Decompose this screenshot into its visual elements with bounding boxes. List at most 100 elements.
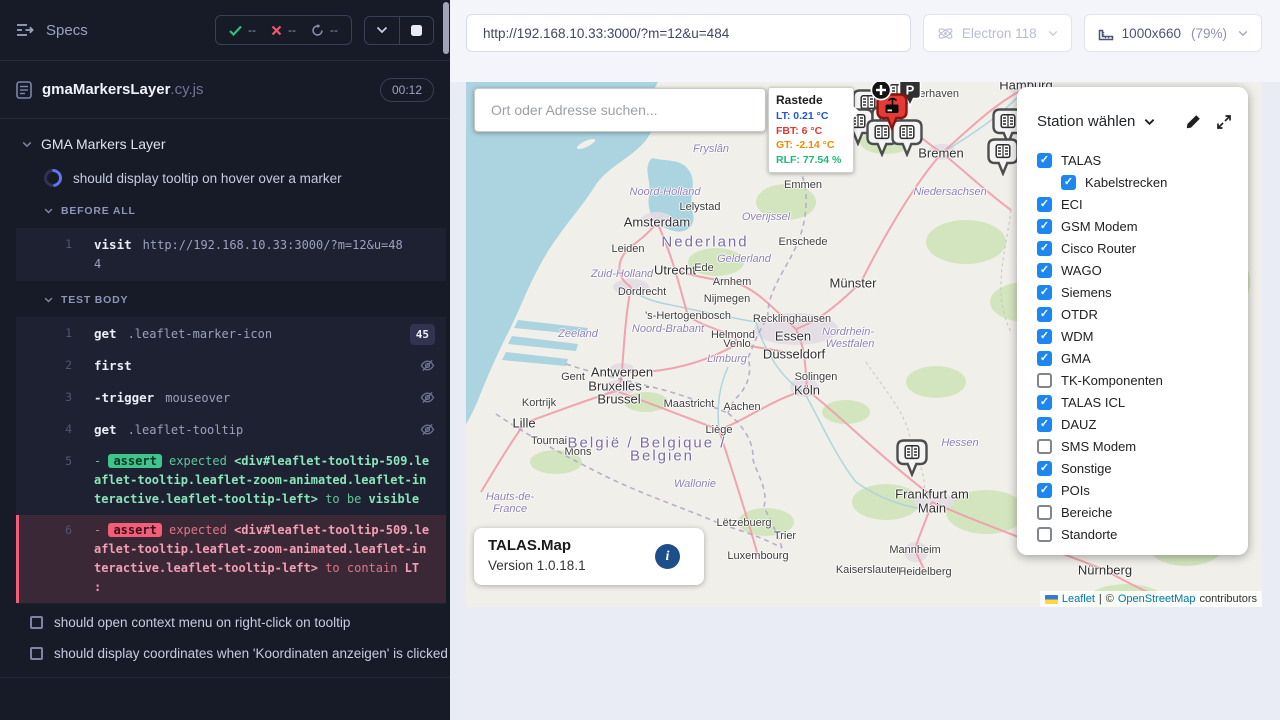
- command-row[interactable]: 1get.leaflet-marker-icon45: [16, 318, 446, 350]
- command-assert-failed[interactable]: 6- assert expected <div#leaflet-tooltip-…: [16, 515, 446, 603]
- leaflet-map[interactable]: BremerhavenHamburgBremenEmmenNiedersachs…: [466, 82, 1262, 607]
- layer-checkbox-wdm[interactable]: ✓WDM: [1037, 329, 1248, 344]
- collapse-all-button[interactable]: [365, 17, 399, 44]
- checkbox-checked[interactable]: ✓: [1061, 175, 1076, 190]
- checkbox-unchecked[interactable]: [1037, 439, 1052, 454]
- checkbox-checked[interactable]: ✓: [1037, 241, 1052, 256]
- checkbox-checked[interactable]: ✓: [1037, 351, 1052, 366]
- layer-checkbox-sms-modem[interactable]: SMS Modem: [1037, 439, 1248, 454]
- layer-checkbox-talas[interactable]: ✓ TALAS: [1037, 153, 1248, 168]
- map-label-region: Hauts-de-: [486, 491, 534, 503]
- chevron-down-icon[interactable]: [1144, 118, 1155, 126]
- electron-icon: [937, 25, 954, 42]
- viewport-selector[interactable]: 1000x660 (79%): [1084, 14, 1262, 52]
- layer-checkbox-cisco-router[interactable]: ✓Cisco Router: [1037, 241, 1248, 256]
- layer-label: TALAS: [1061, 153, 1101, 168]
- layer-checkbox-bereiche[interactable]: Bereiche: [1037, 505, 1248, 520]
- command-assert-passed[interactable]: 5- assert expected <div#leaflet-tooltip-…: [16, 446, 446, 515]
- map-label-region: Wallonie: [674, 478, 716, 490]
- test-body-section[interactable]: TEST BODY: [0, 284, 450, 314]
- url-text: http://192.168.10.33:3000/?m=12&u=484: [483, 26, 729, 41]
- info-icon[interactable]: i: [655, 544, 680, 569]
- specs-label[interactable]: Specs: [46, 22, 88, 39]
- map-search-control[interactable]: Ort oder Adresse suchen...: [474, 88, 766, 132]
- test-body-commands: 1get.leaflet-marker-icon452first3-trigge…: [16, 317, 446, 604]
- layer-checkbox-gma[interactable]: ✓ GMA: [1037, 351, 1248, 366]
- marker-tooltip[interactable]: Rastede LT: 0.21 °CFBT: 6 °CGT: -2.14 °C…: [768, 87, 854, 173]
- layer-checkbox-standorte[interactable]: Standorte: [1037, 527, 1248, 542]
- command-row[interactable]: 4get.leaflet-tooltip: [16, 414, 446, 446]
- command-row[interactable]: 3-triggermouseover: [16, 382, 446, 414]
- assert-badge: assert: [108, 523, 161, 537]
- checkbox-checked[interactable]: ✓: [1037, 153, 1052, 168]
- layer-label: GMA: [1061, 351, 1091, 366]
- layer-checkbox-kabelstrecken[interactable]: ✓ Kabelstrecken: [1061, 175, 1248, 190]
- layer-label: TK-Komponenten: [1061, 373, 1163, 388]
- stop-run-button[interactable]: [399, 17, 433, 44]
- layer-label: GSM Modem: [1061, 219, 1138, 234]
- checkbox-checked[interactable]: ✓: [1037, 197, 1052, 212]
- refresh-icon: [311, 24, 324, 37]
- specs-menu-icon[interactable]: [16, 23, 34, 37]
- aut-topbar: http://192.168.10.33:3000/?m=12&u=484 El…: [450, 0, 1280, 82]
- suite-row[interactable]: GMA Markers Layer: [0, 127, 450, 161]
- checkbox-checked[interactable]: ✓: [1037, 417, 1052, 432]
- spec-name: gmaMarkersLayer: [42, 81, 170, 98]
- layer-checkbox-tk-komponenten[interactable]: TK-Komponenten: [1037, 373, 1248, 388]
- osm-link[interactable]: OpenStreetMap: [1118, 593, 1196, 605]
- command-row[interactable]: 1visithttp://192.168.10.33:3000/?m=12&u=…: [16, 229, 446, 280]
- map-label-city: Tournai: [531, 435, 567, 447]
- layer-checkbox-pois[interactable]: ✓POIs: [1037, 483, 1248, 498]
- checkbox-checked[interactable]: ✓: [1037, 307, 1052, 322]
- checkbox-checked[interactable]: ✓: [1037, 461, 1052, 476]
- map-label-city-lg: Bremen: [918, 146, 964, 161]
- before-all-commands: 1visithttp://192.168.10.33:3000/?m=12&u=…: [16, 228, 446, 281]
- station-marker[interactable]: [987, 138, 1019, 181]
- map-label-region: Gelderland: [717, 253, 771, 265]
- checkbox-checked[interactable]: ✓: [1037, 329, 1052, 344]
- browser-selector[interactable]: Electron 118: [923, 14, 1072, 52]
- edit-pencil-icon[interactable]: [1185, 113, 1202, 130]
- checkbox-checked[interactable]: ✓: [1037, 219, 1052, 234]
- tooltip-measurement: LT: 0.21 °C: [776, 109, 846, 124]
- layer-checkbox-siemens[interactable]: ✓Siemens: [1037, 285, 1248, 300]
- leaflet-link[interactable]: Leaflet: [1062, 593, 1095, 605]
- layer-checkbox-wago[interactable]: ✓WAGO: [1037, 263, 1248, 278]
- map-label-city: Heidelberg: [898, 566, 951, 578]
- attribution-separator: |: [1099, 593, 1102, 605]
- checkbox-unchecked[interactable]: [1037, 527, 1052, 542]
- address-bar[interactable]: http://192.168.10.33:3000/?m=12&u=484: [466, 14, 911, 52]
- test-row-pending[interactable]: should display coordinates when 'Koordin…: [0, 638, 450, 669]
- layer-checkbox-talas-icl[interactable]: ✓TALAS ICL: [1037, 395, 1248, 410]
- checkbox-checked[interactable]: ✓: [1037, 483, 1052, 498]
- layer-checkbox-eci[interactable]: ✓ECI: [1037, 197, 1248, 212]
- checkbox-checked[interactable]: ✓: [1037, 395, 1052, 410]
- map-label-region: Nordrhein-: [822, 326, 874, 338]
- checkbox-unchecked[interactable]: [1037, 373, 1052, 388]
- cluster-plus-marker[interactable]: [870, 82, 892, 106]
- layer-checkbox-otdr[interactable]: ✓OTDR: [1037, 307, 1248, 322]
- checkbox-checked[interactable]: ✓: [1037, 263, 1052, 278]
- command-row[interactable]: 2first: [16, 350, 446, 382]
- map-attribution: Leaflet | © OpenStreetMap contributors: [1040, 591, 1262, 607]
- map-label-region: Hessen: [941, 437, 978, 449]
- layer-checkbox-gsm-modem[interactable]: ✓ GSM Modem: [1037, 219, 1248, 234]
- test-row-running[interactable]: should display tooltip on hover over a m…: [0, 161, 450, 195]
- checkbox-checked[interactable]: ✓: [1037, 285, 1052, 300]
- sidebar-scrollbar-thumb[interactable]: [443, 2, 449, 54]
- station-select-dropdown[interactable]: Station wählen: [1037, 113, 1135, 130]
- map-label-city: Leiden: [611, 243, 644, 255]
- checkbox-unchecked[interactable]: [1037, 505, 1052, 520]
- layer-label: Kabelstrecken: [1085, 175, 1167, 190]
- layer-checkbox-sonstige[interactable]: ✓Sonstige: [1037, 461, 1248, 476]
- test-row-pending[interactable]: should open context menu on right-click …: [0, 607, 450, 638]
- layer-checkbox-dauz[interactable]: ✓DAUZ: [1037, 417, 1248, 432]
- expand-icon[interactable]: [1216, 114, 1232, 130]
- spec-file-row[interactable]: gmaMarkersLayer.cy.js 00:12: [0, 61, 450, 119]
- version-card: TALAS.Map Version 1.0.18.1 i: [474, 528, 704, 585]
- before-all-section[interactable]: BEFORE ALL: [0, 195, 450, 225]
- attribution-contributors: contributors: [1200, 593, 1257, 605]
- layer-checkbox-list: ✓TALAS✓Kabelstrecken✓ECI✓GSM Modem✓Cisco…: [1037, 153, 1248, 542]
- station-marker[interactable]: [896, 439, 928, 482]
- copyright-sign: ©: [1106, 593, 1114, 605]
